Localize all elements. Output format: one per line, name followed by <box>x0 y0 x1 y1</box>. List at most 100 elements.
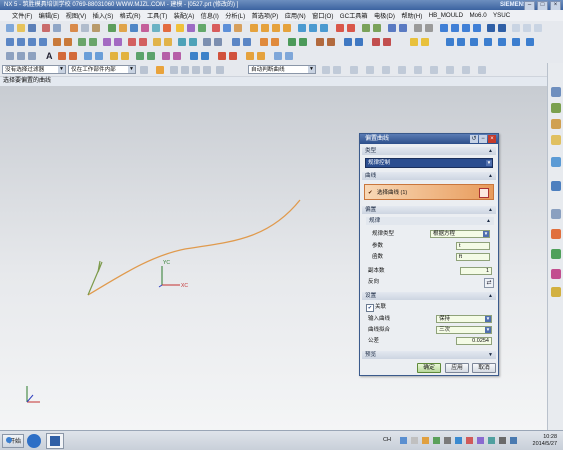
mould-cooling-icon[interactable] <box>526 38 534 46</box>
follow-edge-icon[interactable] <box>181 66 189 74</box>
blend-icon[interactable] <box>141 24 149 32</box>
network-icon[interactable] <box>510 437 517 444</box>
mould-ejector-icon[interactable] <box>512 38 520 46</box>
menu-help[interactable]: 帮助(H) <box>398 11 425 20</box>
swept-icon[interactable] <box>373 24 381 32</box>
reset-icon[interactable]: ↺ <box>470 135 478 143</box>
transform-icon[interactable] <box>95 52 103 60</box>
divide-curve-icon[interactable] <box>214 38 222 46</box>
point-on-curve-snap-icon[interactable] <box>430 66 438 74</box>
wcs-icon[interactable] <box>399 24 407 32</box>
law-type-dropdown[interactable]: 根据方程 ▼ <box>430 230 490 238</box>
menu-view[interactable]: 视图(V) <box>62 11 89 20</box>
trim-body-icon[interactable] <box>298 24 306 32</box>
tolerance-input[interactable]: 0.0254 <box>456 337 492 345</box>
text-icon[interactable]: A <box>46 52 53 61</box>
select-all-icon[interactable] <box>140 66 148 74</box>
menu-preferences[interactable]: 首选项(P) <box>248 11 281 20</box>
tray-icon-1[interactable] <box>400 437 407 444</box>
type-section-header[interactable]: 类型 ▲ <box>362 147 496 155</box>
type-dropdown[interactable]: 规律控制 ▼ <box>365 158 493 168</box>
menu-format[interactable]: 格式(R) <box>116 11 143 20</box>
spline-icon[interactable] <box>89 38 97 46</box>
intersection-curve-icon[interactable] <box>164 38 172 46</box>
cone-icon[interactable] <box>272 24 280 32</box>
existing-point-snap-icon[interactable] <box>414 66 422 74</box>
paste-icon[interactable] <box>92 24 100 32</box>
redo-icon[interactable] <box>53 24 61 32</box>
sphere-icon[interactable] <box>283 24 291 32</box>
layer-visible-icon[interactable] <box>17 52 25 60</box>
parameter-input[interactable]: t <box>456 242 490 250</box>
view-top-icon[interactable] <box>451 24 459 32</box>
law-curve-icon[interactable] <box>114 38 122 46</box>
roles-icon[interactable] <box>551 269 561 279</box>
electrode-icon[interactable] <box>246 52 254 60</box>
law-subsection-header[interactable]: 规律 ▲ <box>366 217 494 225</box>
n-sided-surface-icon[interactable] <box>344 38 352 46</box>
part-navigator-icon[interactable] <box>173 52 181 60</box>
web-browser-icon[interactable] <box>551 157 561 167</box>
box-icon[interactable] <box>250 24 258 32</box>
control-point-snap-icon[interactable] <box>350 66 358 74</box>
offset-section-header[interactable]: 偏置 ▲ <box>362 206 496 214</box>
menu-electrode[interactable]: 电极(D) <box>371 11 398 20</box>
system-scenes-icon[interactable] <box>551 287 561 297</box>
apply-button[interactable]: 应用 <box>445 363 469 373</box>
point-constructor-icon[interactable] <box>478 66 486 74</box>
rectangle-icon[interactable] <box>53 38 61 46</box>
sketch-icon[interactable] <box>108 24 116 32</box>
view-front-icon[interactable] <box>440 24 448 32</box>
project-curve-icon[interactable] <box>153 38 161 46</box>
settings-section-header[interactable]: 设置 ▲ <box>362 292 496 300</box>
circle-icon[interactable] <box>39 38 47 46</box>
offset-curve-icon[interactable] <box>128 38 136 46</box>
line-icon[interactable] <box>17 38 25 46</box>
tray-icon-9[interactable] <box>488 437 495 444</box>
open-icon[interactable] <box>17 24 25 32</box>
trim-curve-icon[interactable] <box>203 38 211 46</box>
function-input[interactable]: ft <box>456 253 490 261</box>
view-right-icon[interactable] <box>462 24 470 32</box>
datum-plane-icon[interactable] <box>232 38 240 46</box>
expression-icon[interactable] <box>162 52 170 60</box>
revolve-icon[interactable] <box>130 24 138 32</box>
menu-tools[interactable]: 工具(T) <box>144 11 171 20</box>
menu-window[interactable]: 窗口(O) <box>309 11 337 20</box>
menu-ysuc[interactable]: YSUC <box>490 12 514 19</box>
tray-icon-3[interactable] <box>422 437 429 444</box>
menu-information[interactable]: 信息(I) <box>197 11 222 20</box>
dimension-icon[interactable] <box>58 52 66 60</box>
hole-icon[interactable] <box>163 24 171 32</box>
select-curve-row[interactable]: ✔ 选择曲线 (1) <box>364 184 494 200</box>
tray-icon-5[interactable] <box>444 437 451 444</box>
tray-icon-2[interactable] <box>411 437 418 444</box>
trimmed-sheet-icon[interactable] <box>383 38 391 46</box>
constraint-icon[interactable] <box>69 52 77 60</box>
extract-curve-icon[interactable] <box>178 38 186 46</box>
clock[interactable]: 10:28 2014/5/27 <box>533 434 557 448</box>
drawing-icon[interactable] <box>274 52 282 60</box>
copy-icon[interactable] <box>81 24 89 32</box>
menu-edit[interactable]: 编辑(E) <box>35 11 62 20</box>
input-language[interactable]: CH <box>383 437 391 443</box>
intersection-snap-icon[interactable] <box>366 66 374 74</box>
connected-curve-icon[interactable] <box>203 66 211 74</box>
move-face-icon[interactable] <box>336 24 344 32</box>
mould-parting-icon[interactable] <box>470 38 478 46</box>
intersect-icon[interactable] <box>234 24 242 32</box>
curve-rule-icon[interactable] <box>170 66 178 74</box>
collapse-icon[interactable]: − <box>479 135 487 143</box>
input-curve-dropdown[interactable]: 保持 ▼ <box>436 315 492 323</box>
mould-insert-icon[interactable] <box>484 38 492 46</box>
nx-task-button[interactable] <box>46 433 64 449</box>
mould-wizard-icon[interactable] <box>446 38 454 46</box>
layer-settings-icon[interactable] <box>6 52 14 60</box>
shell-icon[interactable] <box>187 24 195 32</box>
part-navigator-side-icon[interactable] <box>551 119 561 129</box>
split-body-icon[interactable] <box>309 24 317 32</box>
section-view-icon[interactable] <box>190 52 198 60</box>
midpoint-snap-icon[interactable] <box>333 66 341 74</box>
hide-icon[interactable] <box>110 52 118 60</box>
mould-base-icon[interactable] <box>457 38 465 46</box>
